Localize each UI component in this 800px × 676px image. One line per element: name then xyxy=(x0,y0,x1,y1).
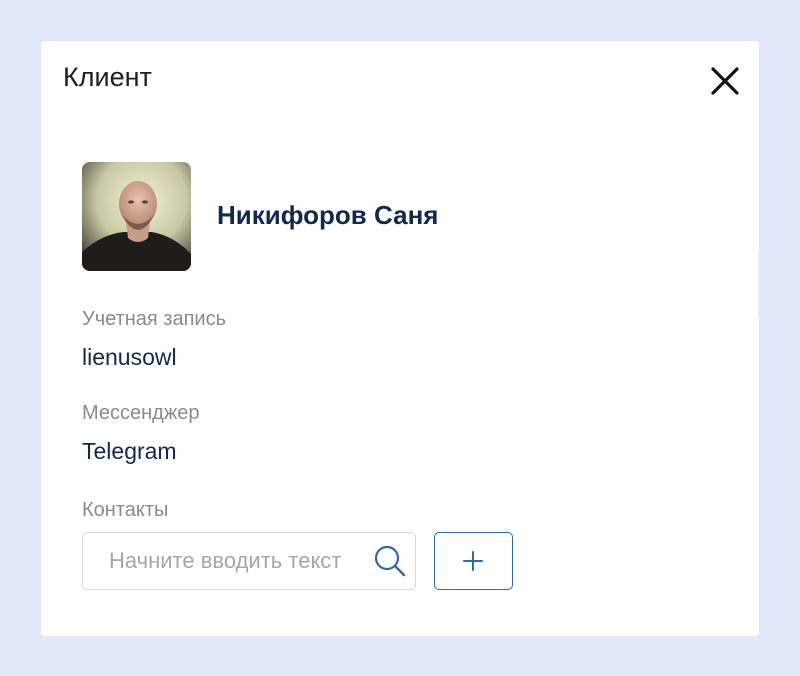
contacts-label: Контакты xyxy=(82,499,169,521)
search-icon[interactable] xyxy=(373,544,407,578)
contacts-search-field[interactable] xyxy=(82,532,416,590)
add-contact-button[interactable] xyxy=(434,532,513,590)
avatar xyxy=(82,162,191,271)
client-name: Никифоров Саня xyxy=(217,200,439,230)
account-label: Учетная запись xyxy=(82,308,227,330)
contacts-search-input[interactable] xyxy=(83,533,369,588)
dialog-title: Клиент xyxy=(63,62,152,92)
panel-edge-divider xyxy=(758,254,759,316)
client-dialog: Клиент Никифоров Саня Учетная запись lie… xyxy=(41,41,759,636)
messenger-label: Мессенджер xyxy=(82,402,200,424)
account-value: lienusowl xyxy=(82,344,177,370)
close-icon xyxy=(711,67,739,95)
messenger-value: Telegram xyxy=(82,438,177,464)
plus-icon xyxy=(463,551,483,571)
client-photo xyxy=(82,162,191,271)
close-button[interactable] xyxy=(705,63,745,103)
